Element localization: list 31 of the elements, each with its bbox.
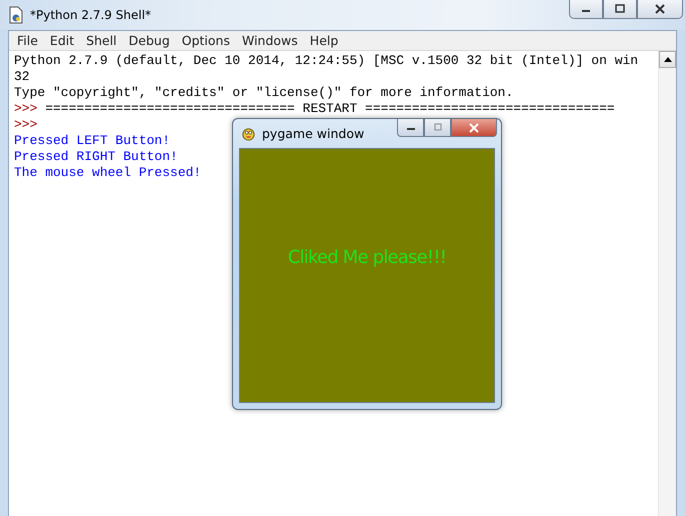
close-icon: [468, 122, 480, 132]
scroll-up-button[interactable]: [659, 51, 676, 68]
shell-output-line: The mouse wheel Pressed!: [14, 165, 202, 181]
menu-item[interactable]: File: [11, 33, 44, 48]
menu-item[interactable]: Options: [176, 33, 236, 48]
vertical-scrollbar[interactable]: [658, 51, 676, 516]
shell-output-line: 32: [14, 69, 30, 85]
up-arrow-icon: [664, 57, 672, 62]
shell-prompt: >>>: [14, 117, 38, 133]
menu-item[interactable]: Windows: [236, 33, 304, 48]
shell-output-line: Python 2.7.9 (default, Dec 10 2014, 12:24:55) [MSC v.1500 32 bit (Intel)] on win: [14, 53, 638, 69]
menu-item[interactable]: Edit: [44, 33, 80, 48]
window-title: pygame window: [262, 126, 364, 141]
menu-item[interactable]: Help: [304, 33, 344, 48]
maximize-icon: [432, 122, 444, 132]
shell-output-line: ================================ RESTART ================================: [45, 101, 615, 117]
window-title: *Python 2.7.9 Shell*: [30, 8, 152, 22]
shell-output-line: Pressed LEFT Button!: [14, 133, 170, 149]
minimize-button[interactable]: [397, 119, 424, 137]
maximize-button[interactable]: [603, 0, 637, 19]
minimize-button[interactable]: [569, 0, 603, 19]
shell-prompt: >>>: [14, 101, 38, 117]
close-icon: [654, 4, 666, 14]
maximize-icon: [614, 4, 626, 14]
python-file-icon: [8, 6, 24, 24]
menu-item[interactable]: Debug: [122, 33, 176, 48]
menu-item[interactable]: Shell: [80, 33, 123, 48]
close-button[interactable]: [637, 0, 683, 19]
shell-output-line: Pressed RIGHT Button!: [14, 149, 178, 165]
canvas-message: Cliked Me please!!!: [288, 247, 446, 268]
shell-output-line: Type "copyright", "credits" or "license()" for more information.: [14, 85, 514, 101]
